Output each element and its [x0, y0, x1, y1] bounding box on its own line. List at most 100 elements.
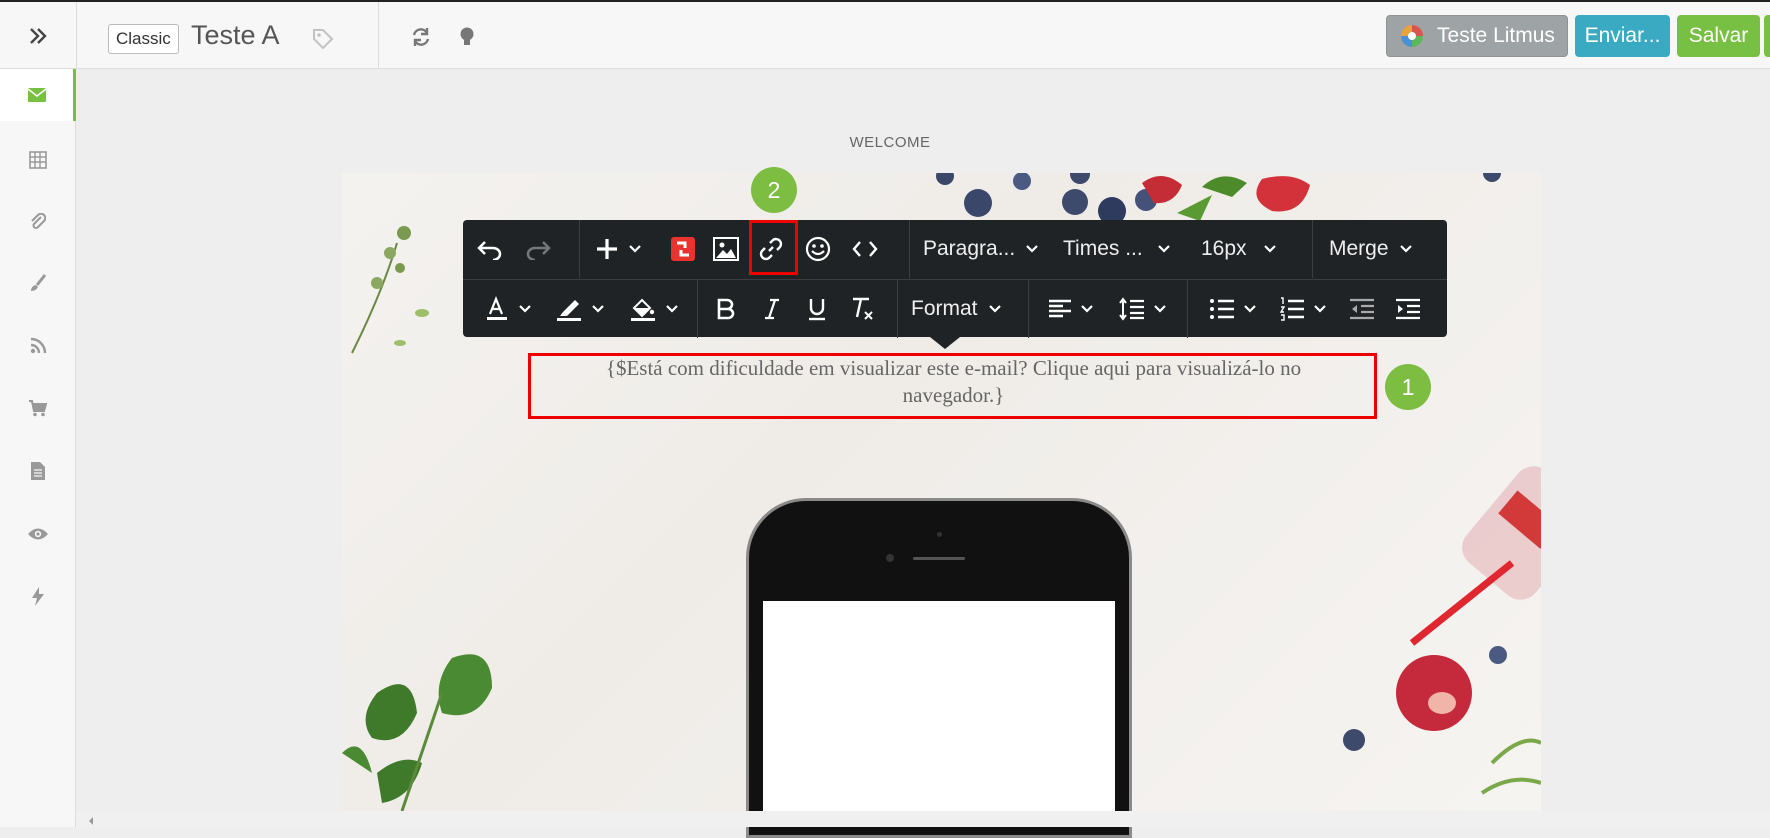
chevron-down-icon	[629, 245, 641, 253]
sidebar-item-document[interactable]	[0, 445, 76, 497]
redo-icon	[526, 241, 551, 260]
format-dropdown[interactable]: Format	[911, 290, 1019, 328]
merge-tags-dropdown-label: Merge	[1329, 237, 1389, 260]
page-title[interactable]: Teste A	[191, 20, 280, 51]
view-in-browser-text-line-2: navegador.}	[902, 383, 1005, 407]
left-sidebar	[0, 69, 76, 827]
toolbar-row-1: Paragra... Times ... 16px Merge	[463, 220, 1447, 278]
sidebar-item-design[interactable]	[0, 257, 76, 309]
code-icon	[852, 241, 878, 257]
bold-button[interactable]	[707, 290, 745, 328]
sidebar-item-layout[interactable]	[0, 134, 76, 186]
top-bar: Classic Teste A Teste Litmus Enviar... S…	[0, 0, 1770, 69]
toolbar-divider	[697, 280, 698, 338]
lightbulb-icon[interactable]	[458, 26, 476, 53]
code-view-button[interactable]	[846, 230, 884, 268]
chevron-down-icon	[1314, 305, 1326, 313]
emoji-icon	[805, 236, 831, 262]
numbered-list-dropdown[interactable]	[1273, 290, 1333, 328]
italic-icon	[765, 298, 779, 320]
background-color-button[interactable]	[623, 290, 685, 328]
image-button[interactable]	[707, 230, 745, 268]
view-in-browser-text[interactable]: {$Está com dificuldade em visualizar est…	[536, 355, 1371, 409]
view-in-browser-text-line-1: {$Está com dificuldade em visualizar est…	[605, 356, 1302, 380]
line-height-icon	[1119, 297, 1144, 321]
send-button[interactable]: Enviar...	[1575, 15, 1670, 57]
step-marker-1: 1	[1385, 364, 1431, 410]
toolbar-divider	[909, 220, 910, 278]
insert-button[interactable]	[589, 230, 647, 268]
chevron-down-icon	[666, 305, 678, 313]
asset-library-icon	[671, 237, 695, 261]
align-left-icon	[1049, 299, 1071, 318]
sidebar-item-email[interactable]	[0, 69, 76, 121]
toolbar-pointer	[930, 337, 960, 349]
sidebar-item-rss[interactable]	[0, 319, 76, 371]
italic-button[interactable]	[753, 290, 791, 328]
outdent-icon	[1350, 298, 1374, 320]
font-size-dropdown-label: 16px	[1201, 237, 1247, 260]
text-color-button[interactable]	[477, 290, 539, 328]
numbered-list-icon	[1279, 297, 1304, 321]
undo-icon	[477, 241, 502, 260]
refresh-icon[interactable]	[410, 26, 432, 53]
chevron-down-icon	[1244, 305, 1256, 313]
underline-icon	[809, 299, 825, 321]
chevron-down-icon	[1026, 245, 1038, 253]
toolbar-divider	[1312, 220, 1313, 278]
highlight-color-button[interactable]	[549, 290, 611, 328]
chevron-down-icon	[592, 305, 604, 313]
font-family-dropdown-label: Times ...	[1063, 237, 1143, 260]
sidebar-item-automation[interactable]	[0, 570, 76, 622]
litmus-test-button[interactable]: Teste Litmus	[1386, 15, 1568, 57]
outdent-button[interactable]	[1343, 290, 1381, 328]
section-label: WELCOME	[849, 134, 931, 151]
text-color-icon	[487, 296, 507, 320]
step-marker-2: 2	[751, 167, 797, 213]
bold-icon	[717, 298, 735, 320]
sidebar-item-cart[interactable]	[0, 382, 76, 434]
litmus-color-wheel-icon	[1401, 25, 1424, 47]
indent-button[interactable]	[1389, 290, 1427, 328]
chevron-down-icon	[988, 305, 1001, 313]
link-button-highlight	[749, 220, 798, 275]
plus-icon	[597, 239, 617, 259]
paperclip-icon	[31, 213, 46, 229]
save-button[interactable]: Salvar	[1677, 15, 1760, 57]
sidebar-item-preview[interactable]	[0, 508, 76, 560]
align-dropdown[interactable]	[1041, 290, 1101, 328]
paragraph-dropdown[interactable]: Paragra...	[923, 230, 1043, 268]
bullet-list-icon	[1210, 299, 1234, 319]
sidebar-item-attachments[interactable]	[0, 196, 76, 248]
format-dropdown-label: Format	[911, 297, 978, 320]
phone-speaker	[913, 557, 965, 560]
horizontal-scrollbar[interactable]	[76, 811, 1770, 827]
paragraph-dropdown-label: Paragra...	[923, 237, 1016, 260]
line-height-dropdown[interactable]	[1113, 290, 1173, 328]
asset-library-button[interactable]	[664, 230, 702, 268]
expand-sidebar-button[interactable]	[0, 2, 77, 69]
redo-button[interactable]	[519, 230, 557, 268]
brush-icon	[31, 274, 47, 291]
underline-button[interactable]	[798, 290, 836, 328]
clear-formatting-button[interactable]	[843, 290, 881, 328]
font-size-dropdown[interactable]: 16px	[1201, 230, 1291, 268]
toolbar-divider	[579, 220, 580, 278]
indent-icon	[1396, 298, 1420, 320]
chevron-down-icon	[1157, 245, 1170, 253]
clear-formatting-icon	[853, 297, 873, 320]
emoji-button[interactable]	[799, 230, 837, 268]
undo-button[interactable]	[471, 230, 509, 268]
rss-icon	[30, 337, 46, 353]
eye-icon	[28, 528, 48, 540]
font-family-dropdown[interactable]: Times ...	[1063, 230, 1185, 268]
chevron-down-icon	[1399, 245, 1412, 253]
bullet-list-dropdown[interactable]	[1203, 290, 1263, 328]
merge-tags-dropdown[interactable]: Merge	[1329, 230, 1429, 268]
bolt-icon	[32, 586, 44, 606]
tag-icon[interactable]	[312, 28, 334, 55]
chevron-down-icon	[519, 305, 531, 313]
mode-badge: Classic	[108, 24, 179, 54]
toolbar-divider	[1028, 280, 1029, 338]
more-button[interactable]	[1764, 15, 1770, 57]
